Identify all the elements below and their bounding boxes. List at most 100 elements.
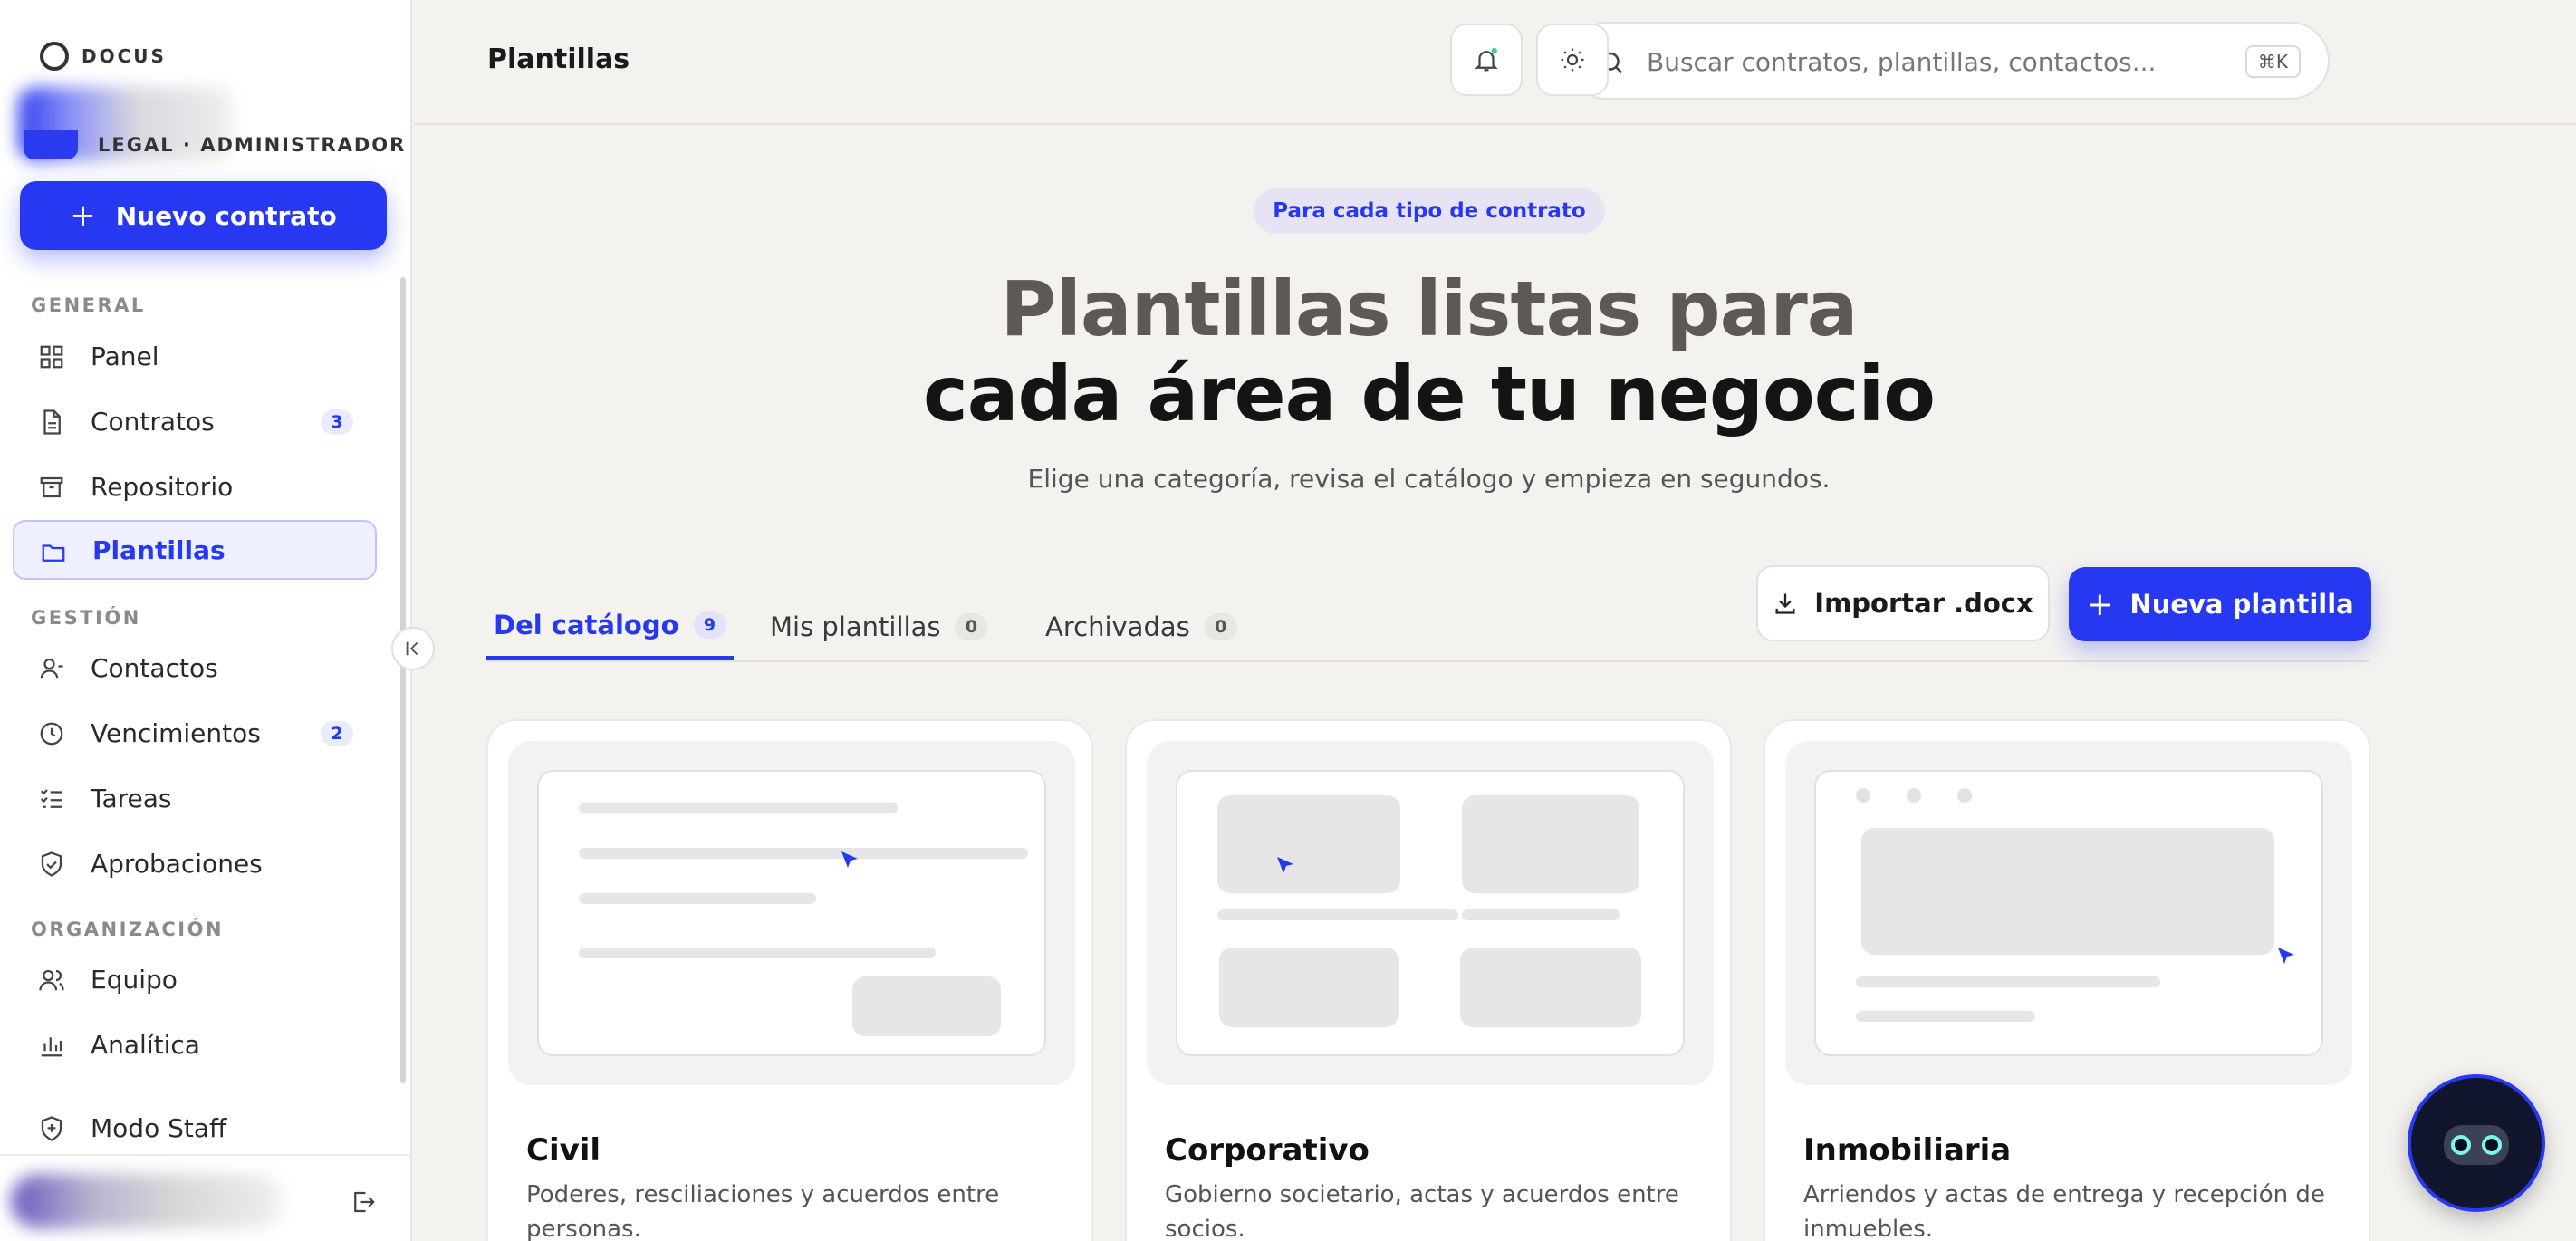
cursor-icon [1277, 857, 1293, 873]
preview-block [852, 976, 1001, 1036]
search-box[interactable]: ⌘K [1567, 22, 2330, 100]
preview-line [579, 848, 1028, 859]
robot-icon [2444, 1125, 2509, 1165]
nav-section-organizacion: ORGANIZACIÓN [31, 919, 225, 940]
folder-icon [42, 544, 65, 562]
org-switcher[interactable]: LEGAL · ADMINISTRADOR [24, 130, 406, 159]
preview-dot [1856, 788, 1870, 803]
cursor-icon [2278, 948, 2294, 964]
user-icon [40, 658, 63, 679]
preview-block [1462, 795, 1639, 893]
sidebar-item-panel[interactable]: Panel [13, 326, 377, 386]
template-card-corporativo[interactable]: Corporativo Gobierno societario, actas y… [1125, 719, 1732, 1241]
bar-chart-icon [41, 1037, 62, 1057]
assistant-bot-button[interactable] [2408, 1074, 2545, 1212]
template-card-inmobiliaria[interactable]: Inmobiliaria Arriendos y actas de entreg… [1764, 719, 2370, 1241]
tab-archivadas[interactable]: Archivadas 0 [1045, 593, 1237, 660]
brand[interactable]: DOCUS [40, 42, 167, 71]
sidebar-item-label: Tareas [91, 783, 172, 813]
notifications-button[interactable] [1450, 24, 1523, 96]
preview-block [1861, 828, 2274, 955]
preview-dot [1907, 788, 1921, 803]
sidebar-item-label: Plantillas [92, 534, 226, 565]
sidebar-item-label: Panel [91, 341, 159, 371]
search-input[interactable] [1647, 43, 2208, 80]
user-profile-blurred[interactable] [11, 1174, 283, 1228]
hero-subtitle: Elige una categoría, revisa el catálogo … [1027, 464, 1831, 494]
card-preview [1147, 741, 1714, 1085]
template-card-civil[interactable]: Civil Poderes, resciliaciones y acuerdos… [486, 719, 1093, 1241]
sun-icon [1561, 48, 1584, 72]
collapse-sidebar-button[interactable] [391, 627, 435, 670]
user-footer [0, 1154, 412, 1241]
tab-label: Archivadas [1045, 611, 1190, 642]
card-preview [508, 741, 1075, 1085]
search-shortcut: ⌘K [2244, 45, 2301, 78]
card-preview [1785, 741, 2352, 1085]
sidebar-item-repositorio[interactable]: Repositorio [13, 457, 377, 516]
import-docx-button[interactable]: Importar .docx [1756, 565, 2050, 641]
preview-block [1460, 948, 1641, 1027]
users-icon [39, 969, 64, 991]
preview-line [1856, 1011, 2035, 1022]
brand-logo-icon [40, 42, 69, 71]
sidebar-item-contratos[interactable]: Contratos 3 [13, 391, 377, 451]
tab-count: 0 [1204, 613, 1237, 640]
hero-title-line1: Plantillas listas para [1000, 265, 1859, 353]
collapse-left-icon [406, 641, 418, 656]
tab-mis-plantillas[interactable]: Mis plantillas 0 [770, 593, 988, 660]
tab-label: Del catálogo [494, 609, 679, 640]
preview-line [579, 948, 936, 958]
tabs-divider [486, 660, 2370, 662]
bell-icon [1475, 47, 1498, 72]
sidebar-item-label: Equipo [91, 964, 178, 995]
grid-icon [40, 345, 63, 369]
sidebar-item-label: Aprobaciones [91, 848, 263, 879]
sidebar-item-equipo[interactable]: Equipo [13, 949, 377, 1009]
card-description: Arriendos y actas de entrega y recepción… [1803, 1181, 2325, 1241]
new-template-button[interactable]: + Nueva plantilla [2069, 567, 2371, 641]
logout-icon[interactable] [350, 1188, 377, 1216]
preview-line [1856, 976, 2160, 987]
tab-del-catalogo[interactable]: Del catálogo 9 [486, 593, 734, 660]
preview-line [1462, 909, 1620, 920]
plus-icon: + [2086, 585, 2114, 623]
card-description: Gobierno societario, actas y acuerdos en… [1165, 1181, 1679, 1241]
preview-dot [1957, 788, 1972, 803]
sidebar-item-aprobaciones[interactable]: Aprobaciones [13, 833, 377, 893]
new-contract-button[interactable]: + Nuevo contrato [20, 181, 387, 250]
sidebar-item-vencimientos[interactable]: Vencimientos 2 [13, 703, 377, 763]
card-title: Civil [526, 1132, 601, 1169]
sidebar-item-analitica[interactable]: Analítica [13, 1015, 377, 1074]
new-template-label: Nueva plantilla [2129, 589, 2354, 620]
new-contract-label: Nuevo contrato [115, 200, 337, 231]
shield-plus-icon [41, 1116, 62, 1141]
sidebar-item-label: Contratos [91, 406, 215, 437]
sidebar-item-modo-staff[interactable]: Modo Staff [13, 1098, 377, 1158]
sidebar-item-label: Contactos [91, 652, 218, 683]
tab-count: 0 [955, 613, 988, 640]
preview-block [1219, 948, 1399, 1027]
hero-pill: Para cada tipo de contrato [1254, 188, 1605, 234]
sidebar-item-plantillas[interactable]: Plantillas [13, 520, 377, 580]
bot-eye [2451, 1135, 2471, 1155]
count-badge: 2 [321, 721, 353, 746]
preview-line [579, 803, 898, 813]
sidebar-item-contactos[interactable]: Contactos [13, 638, 377, 697]
card-title: Corporativo [1165, 1132, 1370, 1169]
preview-line [1217, 909, 1458, 920]
nav-section-gestion: GESTIÓN [31, 607, 141, 629]
org-avatar [24, 130, 78, 159]
preview-sheet [1176, 770, 1685, 1056]
org-role: LEGAL · ADMINISTRADOR [98, 133, 407, 156]
count-badge: 3 [321, 409, 353, 435]
plus-icon: + [70, 197, 96, 234]
checklist-icon [40, 789, 62, 808]
import-docx-label: Importar .docx [1814, 588, 2033, 619]
sidebar-scrollbar[interactable] [400, 277, 406, 1083]
theme-toggle-button[interactable] [1536, 24, 1609, 96]
sidebar-item-tareas[interactable]: Tareas [13, 768, 377, 828]
nav-section-general: GENERAL [31, 294, 146, 316]
preview-sheet [537, 770, 1046, 1056]
card-title: Inmobiliaria [1803, 1132, 2012, 1169]
